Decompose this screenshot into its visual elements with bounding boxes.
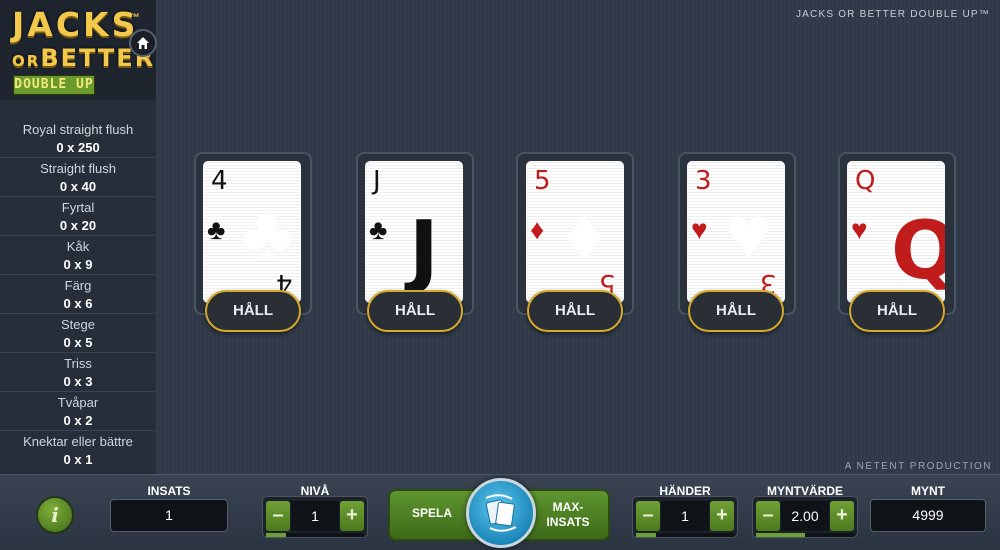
card-rank: 5	[534, 166, 551, 196]
paytable-payout: 0 x 5	[0, 333, 156, 353]
bet-value: 1	[110, 499, 228, 532]
card-rank: 4	[211, 166, 228, 196]
game-title: JACKS OR BETTER DOUBLE UP™	[795, 9, 990, 20]
paytable-hand: Straight flush	[40, 161, 116, 176]
level-plus-button[interactable]: +	[340, 501, 364, 531]
cards-icon	[485, 494, 517, 532]
coin-value-value: 2.00	[781, 501, 829, 531]
paytable-row: Färg 0 x 6	[0, 274, 156, 314]
paytable-payout: 0 x 40	[0, 177, 156, 197]
paytable-payout: 0 x 6	[0, 294, 156, 314]
playing-card[interactable]: Q ♥ Q	[847, 161, 945, 303]
hold-button[interactable]: HÅLL	[527, 290, 623, 332]
hands-plus-button[interactable]: +	[710, 501, 734, 531]
playing-card[interactable]: 4 ♣ ♣ 4	[203, 161, 301, 303]
paytable-row: Knektar eller bättre 0 x 1	[0, 430, 156, 469]
home-icon	[137, 37, 149, 49]
level-fill	[266, 533, 286, 537]
coins-balance: 4999	[870, 499, 986, 532]
paytable-payout: 0 x 20	[0, 216, 156, 236]
hold-button[interactable]: HÅLL	[688, 290, 784, 332]
game-window: JACKS ™ ORBETTER DOUBLE UP Royal straigh…	[0, 0, 1000, 550]
play-button[interactable]: SPELA	[404, 506, 460, 520]
max-bet-button[interactable]: MAX- INSATS	[540, 500, 596, 530]
coin-value-fill	[756, 533, 805, 537]
club-watermark-icon: ♣	[241, 189, 294, 278]
heart-icon: ♥	[691, 214, 708, 245]
paytable: Royal straight flush 0 x 250 Straight flu…	[0, 118, 156, 469]
paytable-row: Triss 0 x 3	[0, 352, 156, 392]
paytable-hand: Tvåpar	[57, 395, 99, 410]
logo-line1: JACKS	[12, 5, 139, 44]
playing-card[interactable]: 3 ♥ ♥ 3	[687, 161, 785, 303]
paytable-hand: Triss	[64, 356, 92, 371]
paytable-hand: Royal straight flush	[22, 122, 134, 137]
hands-value: 1	[661, 501, 709, 531]
home-button[interactable]	[129, 29, 157, 57]
playing-card[interactable]: 5 ♦ ♦ 5	[526, 161, 624, 303]
producer-credit: A NETENT PRODUCTION	[844, 461, 992, 472]
level-minus-button[interactable]: –	[266, 501, 290, 531]
card-rank: J	[373, 166, 381, 196]
deal-button[interactable]	[466, 478, 536, 548]
paytable-payout: 0 x 1	[63, 452, 93, 467]
paytable-payout: 0 x 2	[0, 411, 156, 431]
logo-or: OR	[12, 52, 41, 70]
club-icon: ♣	[369, 214, 388, 245]
paytable-hand: Färg	[64, 278, 92, 293]
card-face-letter: Q	[891, 204, 945, 297]
hold-button[interactable]: HÅLL	[849, 290, 945, 332]
hands-fill	[636, 533, 656, 537]
max-bet-label-1: MAX-	[552, 500, 584, 514]
coin-value-plus-button[interactable]: +	[830, 501, 854, 531]
card-rank: Q	[855, 166, 876, 196]
card-rank: 3	[695, 166, 712, 196]
paytable-row: Stege 0 x 5	[0, 313, 156, 353]
logo-badge: DOUBLE UP	[13, 75, 95, 95]
bet-label: INSATS	[147, 484, 191, 498]
club-icon: ♣	[207, 214, 226, 245]
paytable-payout: 0 x 3	[0, 372, 156, 392]
hold-button[interactable]: HÅLL	[205, 290, 301, 332]
card-face-letter: J	[409, 204, 439, 297]
logo-trademark: ™	[129, 12, 140, 24]
coins-label: MYNT	[911, 484, 945, 498]
info-button[interactable]: i	[36, 496, 74, 534]
coin-value-minus-button[interactable]: –	[756, 501, 780, 531]
playing-card[interactable]: J ♣ J	[365, 161, 463, 303]
level-value: 1	[291, 501, 339, 531]
hold-button[interactable]: HÅLL	[367, 290, 463, 332]
paytable-hand: Knektar eller bättre	[23, 434, 133, 449]
paytable-row: Straight flush 0 x 40	[0, 157, 156, 197]
paytable-hand: Stege	[61, 317, 95, 332]
heart-icon: ♥	[851, 214, 868, 245]
paytable-payout: 0 x 250	[0, 138, 156, 158]
diamond-icon: ♦	[530, 214, 545, 245]
paytable-hand: Fyrtal	[61, 200, 95, 215]
paytable-row: Kåk 0 x 9	[0, 235, 156, 275]
sidebar: JACKS ™ ORBETTER DOUBLE UP Royal straigh…	[0, 0, 157, 474]
paytable-row: Fyrtal 0 x 20	[0, 196, 156, 236]
paytable-row: Royal straight flush 0 x 250	[0, 118, 156, 158]
paytable-row: Tvåpar 0 x 2	[0, 391, 156, 431]
max-bet-label-2: INSATS	[546, 515, 590, 529]
paytable-hand: Kåk	[66, 239, 90, 254]
diamond-watermark-icon: ♦	[564, 189, 605, 278]
heart-watermark-icon: ♥	[725, 189, 773, 278]
paytable-payout: 0 x 9	[0, 255, 156, 275]
hands-minus-button[interactable]: –	[636, 501, 660, 531]
